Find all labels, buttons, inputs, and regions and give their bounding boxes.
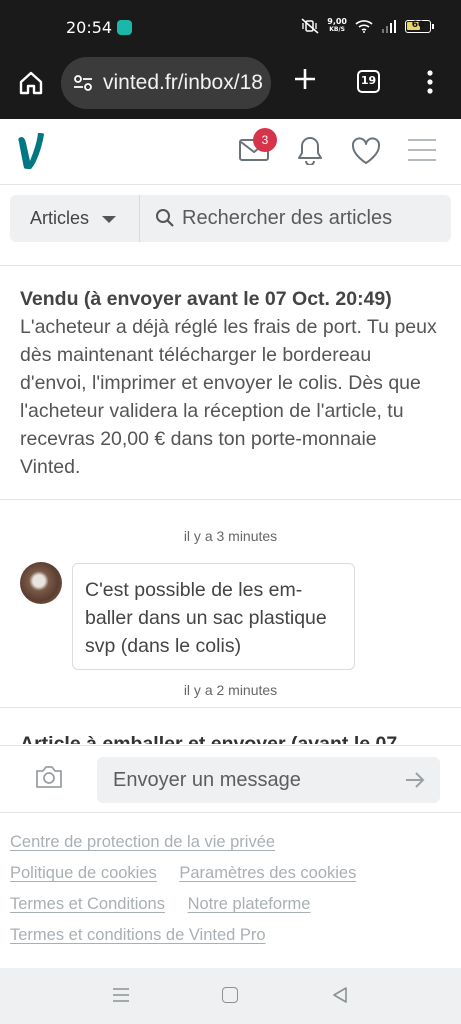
tab-switcher-button[interactable]: 19 <box>357 70 380 93</box>
message-bubble: C'est possible de les em­baller dans un … <box>72 563 355 670</box>
clock: 20:54 <box>66 18 113 37</box>
home-icon[interactable] <box>18 70 44 96</box>
mute-vibrate-icon <box>301 18 319 34</box>
search-icon <box>156 209 174 227</box>
pro-terms-link[interactable]: Termes et conditions de Vinted Pro <box>10 926 266 944</box>
terms-link[interactable]: Termes et Conditions <box>10 895 165 913</box>
message-timestamp: il y a 3 minutes <box>183 528 278 544</box>
vinted-header <box>0 119 461 185</box>
send-arrow-icon[interactable] <box>404 770 426 790</box>
more-menu-icon[interactable] <box>420 68 440 96</box>
vinted-logo-icon[interactable] <box>18 131 46 171</box>
url-text[interactable]: vinted.fr/inbox/18 <box>103 71 265 95</box>
system-status-bar: 20:54 9,00 KB/S 60 <box>0 0 461 54</box>
new-tab-icon[interactable] <box>290 64 320 94</box>
search-bar: Articles <box>10 195 451 242</box>
message-input-box <box>97 757 440 803</box>
home-button-icon[interactable] <box>222 987 238 1003</box>
divider <box>0 499 461 500</box>
system-navigation-bar <box>0 968 461 1024</box>
message-composer <box>0 745 461 813</box>
favorites-icon[interactable] <box>350 137 382 165</box>
buyer-avatar[interactable] <box>20 562 62 604</box>
divider <box>0 265 461 266</box>
message-input[interactable] <box>113 757 393 803</box>
recent-apps-icon[interactable] <box>112 987 130 1003</box>
status-icons: 9,00 KB/S 60 <box>301 17 434 34</box>
address-bar[interactable]: vinted.fr/inbox/18 <box>61 57 271 109</box>
back-icon[interactable] <box>331 986 349 1004</box>
browser-toolbar: vinted.fr/inbox/18 19 <box>0 54 461 119</box>
network-speed: 9,00 KB/S <box>327 17 347 34</box>
menu-icon[interactable] <box>407 137 437 163</box>
signal-icon <box>382 20 396 33</box>
next-status-title: Article à emballer et envoyer (avant le … <box>20 733 398 744</box>
notification-app-icon <box>117 20 132 35</box>
category-label: Articles <box>30 208 90 228</box>
privacy-center-link[interactable]: Centre de protection de la vie privée <box>10 833 275 851</box>
battery-icon: 60 <box>405 19 434 33</box>
order-status-message: Vendu (à envoyer avant le 07 Oct. 20:49)… <box>20 285 440 481</box>
camera-icon[interactable] <box>34 764 64 790</box>
category-dropdown[interactable]: Articles <box>10 195 140 242</box>
message-timestamp: il y a 2 minutes <box>183 682 278 698</box>
site-settings-icon[interactable] <box>73 73 93 93</box>
inbox-count-badge: 3 <box>253 128 277 152</box>
our-platform-link[interactable]: Notre plateforme <box>188 895 311 913</box>
caret-down-icon <box>102 216 116 223</box>
order-status-title: Vendu (à envoyer avant le 07 Oct. 20:49) <box>20 288 392 310</box>
wifi-icon <box>355 20 373 33</box>
cookie-policy-link[interactable]: Politique de cookies <box>10 864 157 882</box>
notifications-icon[interactable] <box>296 135 324 165</box>
order-status-body: L'acheteur a déjà réglé les frais de por… <box>20 316 437 478</box>
divider <box>0 707 461 708</box>
cookie-settings-link[interactable]: Paramètres des cookies <box>179 864 356 882</box>
search-input[interactable] <box>182 195 442 242</box>
